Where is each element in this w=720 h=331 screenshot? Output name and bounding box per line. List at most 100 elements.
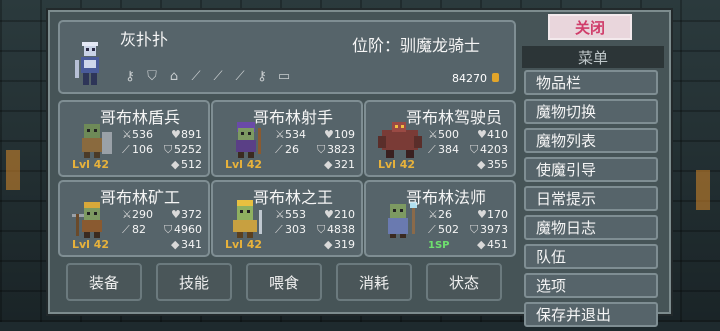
shield-icon: ⛉ xyxy=(164,143,173,156)
side-menu: 物品栏 魔物切换 魔物列表 使魔引导 日常提示 魔物日志 队伍 选项 保存并退出 xyxy=(524,70,658,331)
defense-value: 3823 xyxy=(327,143,355,156)
hero-rank: 位阶：驯魔龙骑士 xyxy=(352,36,481,55)
attack-value: 290 xyxy=(132,208,153,221)
gem-icon: ◆ xyxy=(324,158,333,171)
defense-value: 3973 xyxy=(480,223,508,236)
consume-button[interactable]: 消耗 xyxy=(336,263,412,301)
feather-icon[interactable]: ⟋ xyxy=(210,68,226,84)
monster-stats: ⚔553 ♥210 ⟋ 303 ⛉ 4838 ◆ 319 xyxy=(275,207,355,252)
menu-header: 菜单 xyxy=(522,46,664,68)
close-button[interactable]: 关闭 xyxy=(548,14,632,40)
gem-value: 319 xyxy=(334,238,355,251)
key-icon[interactable]: ⚷ xyxy=(122,68,138,84)
monster-stats: ⚔500 ♥410 ⟋ 384 ⛉ 4203 ◆ 355 xyxy=(428,127,508,172)
gem-value: 321 xyxy=(334,158,355,171)
defense-value: 4838 xyxy=(327,223,355,236)
defense-value: 4960 xyxy=(174,223,202,236)
equipment-row: ⚷ ⛉ ⌂ ⟋ ⟋ ⟋ ⚷ ▭ xyxy=(122,68,292,84)
gem-value: 451 xyxy=(487,238,508,251)
sword-icon: ⚔ xyxy=(428,208,438,221)
wand-icon: ⟋ xyxy=(428,143,436,156)
monster-level: Lvl 42 xyxy=(72,238,110,251)
attack-value: 553 xyxy=(285,208,306,221)
gem-icon: ◆ xyxy=(171,238,180,251)
menu-item-save-exit[interactable]: 保存并退出 xyxy=(524,302,658,327)
skill-points-badge: 1SP xyxy=(428,240,450,251)
armor-icon[interactable]: ⛉ xyxy=(144,68,160,84)
attack-value: 26 xyxy=(438,208,452,221)
monster-level: Lvl 42 xyxy=(378,158,416,171)
monster-name: 哥布林之王 xyxy=(253,188,334,207)
sword-icon: ⚔ xyxy=(275,208,285,221)
wall-torch xyxy=(6,150,20,190)
heart-icon: ♥ xyxy=(477,208,487,221)
wand-icon: ⟋ xyxy=(122,143,130,156)
monster-level: Lvl 42 xyxy=(225,158,263,171)
heart-icon: ♥ xyxy=(171,128,181,141)
monster-name: 哥布林驾驶员 xyxy=(406,108,503,127)
hp-value: 372 xyxy=(181,208,202,221)
hp-value: 170 xyxy=(487,208,508,221)
menu-item-monster-switch[interactable]: 魔物切换 xyxy=(524,99,658,124)
equip-button[interactable]: 装备 xyxy=(66,263,142,301)
gem-icon: ◆ xyxy=(477,238,486,251)
shield-icon: ⛉ xyxy=(164,223,173,236)
menu-item-inventory[interactable]: 物品栏 xyxy=(524,70,658,95)
gold-amount: 84270 xyxy=(452,72,487,85)
menu-item-familiar-guide[interactable]: 使魔引导 xyxy=(524,157,658,182)
wand-icon: ⟋ xyxy=(275,143,283,156)
wand-icon: ⟋ xyxy=(275,223,283,236)
monster-card-6[interactable]: 哥布林法师 ⚔26 ♥170 ⟋ 502 ⛉ 3973 ◆ 451 1SP xyxy=(364,180,516,257)
menu-item-daily-tips[interactable]: 日常提示 xyxy=(524,186,658,211)
hp-value: 210 xyxy=(334,208,355,221)
sword-icon: ⚔ xyxy=(275,128,285,141)
feather-icon[interactable]: ⟋ xyxy=(188,68,204,84)
shield-icon: ⛉ xyxy=(470,143,479,156)
monster-level: Lvl 42 xyxy=(72,158,110,171)
menu-item-options[interactable]: 选项 xyxy=(524,273,658,298)
gem-value: 355 xyxy=(487,158,508,171)
monster-name: 哥布林射手 xyxy=(253,108,334,127)
wand-icon: ⟋ xyxy=(122,223,130,236)
monster-name: 哥布林法师 xyxy=(406,188,487,207)
item-icon[interactable]: ▭ xyxy=(276,68,292,84)
sword-icon: ⚔ xyxy=(122,128,132,141)
attack-value: 536 xyxy=(132,128,153,141)
feed-button[interactable]: 喂食 xyxy=(246,263,322,301)
menu-item-monster-log[interactable]: 魔物日志 xyxy=(524,215,658,240)
skills-button[interactable]: 技能 xyxy=(156,263,232,301)
heart-icon: ♥ xyxy=(477,128,487,141)
monster-card-5[interactable]: 哥布林之王 ⚔553 ♥210 ⟋ 303 ⛉ 4838 ◆ 319 Lvl 42 xyxy=(211,180,363,257)
monster-card-2[interactable]: 哥布林射手 ⚔534 ♥109 ⟋ 26 ⛉ 3823 ◆ 321 Lvl 42 xyxy=(211,100,363,177)
wand-icon: ⟋ xyxy=(428,223,436,236)
attack-value: 500 xyxy=(438,128,459,141)
hero-avatar xyxy=(75,42,99,85)
monster-name: 哥布林矿工 xyxy=(100,188,181,207)
monster-card-4[interactable]: 哥布林矿工 ⚔290 ♥372 ⟋ 82 ⛉ 4960 ◆ 341 Lvl 42 xyxy=(58,180,210,257)
monster-card-3[interactable]: 哥布林驾驶员 ⚔500 ♥410 ⟋ 384 ⛉ 4203 ◆ 355 Lvl 42 xyxy=(364,100,516,177)
hp-value: 109 xyxy=(334,128,355,141)
gem-icon: ◆ xyxy=(477,158,486,171)
monster-level: Lvl 42 xyxy=(225,238,263,251)
monster-card-1[interactable]: 哥布林盾兵 ⚔536 ♥891 ⟋ 106 ⛉ 5252 ◆ 512 Lvl 42 xyxy=(58,100,210,177)
magic-value: 384 xyxy=(438,143,459,156)
helmet-icon[interactable]: ⌂ xyxy=(166,68,182,84)
sword-icon: ⚔ xyxy=(428,128,438,141)
shield-icon: ⛉ xyxy=(470,223,479,236)
attack-value: 534 xyxy=(285,128,306,141)
wall-torch xyxy=(696,170,710,210)
menu-item-monster-list[interactable]: 魔物列表 xyxy=(524,128,658,153)
status-button[interactable]: 状态 xyxy=(426,263,502,301)
magic-value: 82 xyxy=(132,223,146,236)
menu-item-team[interactable]: 队伍 xyxy=(524,244,658,269)
monster-stats: ⚔290 ♥372 ⟋ 82 ⛉ 4960 ◆ 341 xyxy=(122,207,202,252)
defense-value: 5252 xyxy=(174,143,202,156)
shield-icon: ⛉ xyxy=(317,223,326,236)
key-icon[interactable]: ⚷ xyxy=(254,68,270,84)
feather-icon[interactable]: ⟋ xyxy=(232,68,248,84)
magic-value: 303 xyxy=(285,223,306,236)
heart-icon: ♥ xyxy=(324,208,334,221)
sword-icon: ⚔ xyxy=(122,208,132,221)
hp-value: 410 xyxy=(487,128,508,141)
defense-value: 4203 xyxy=(480,143,508,156)
